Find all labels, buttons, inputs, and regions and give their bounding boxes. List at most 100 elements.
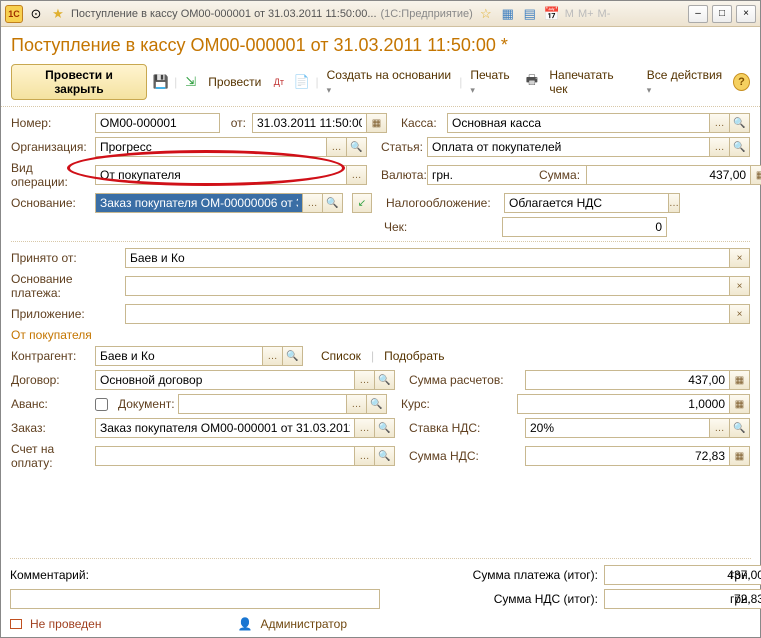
- search-icon[interactable]: 🔍: [730, 113, 750, 133]
- label-document: Документ:: [118, 397, 172, 411]
- fill-icon[interactable]: ↙: [352, 193, 372, 213]
- search-icon[interactable]: 🔍: [375, 446, 395, 466]
- printer-icon[interactable]: 🖶: [522, 72, 541, 92]
- search-icon[interactable]: 🔍: [283, 346, 303, 366]
- lookup-icon[interactable]: …: [355, 446, 375, 466]
- back-icon[interactable]: ⊙: [27, 5, 45, 23]
- search-icon[interactable]: 🔍: [323, 193, 343, 213]
- m-minus-label: M-: [598, 8, 611, 20]
- status-icon: [10, 619, 22, 629]
- all-actions-button[interactable]: Все действия: [643, 66, 729, 98]
- calculator-icon[interactable]: ▦: [730, 446, 750, 466]
- lookup-icon[interactable]: …: [669, 193, 680, 213]
- label-received: Принято от:: [11, 251, 119, 265]
- kassa-input[interactable]: [447, 113, 710, 133]
- label-currency: Валюта:: [381, 168, 421, 182]
- search-icon[interactable]: 🔍: [730, 137, 750, 157]
- attachment-input[interactable]: [125, 304, 730, 324]
- create-based-button[interactable]: Создать на основании: [323, 66, 456, 98]
- lookup-icon[interactable]: …: [327, 137, 347, 157]
- lookup-icon[interactable]: …: [263, 346, 283, 366]
- print-check-button[interactable]: Напечатать чек: [545, 66, 634, 98]
- number-input[interactable]: [95, 113, 220, 133]
- calendar-picker-icon[interactable]: ▦: [367, 113, 387, 133]
- lookup-icon[interactable]: …: [355, 370, 375, 390]
- label-pay-basis: Основание платежа:: [11, 272, 119, 300]
- currency-label: грн.: [730, 568, 751, 582]
- clear-icon[interactable]: ×: [730, 304, 750, 324]
- close-button[interactable]: ×: [736, 5, 756, 23]
- history-icon[interactable]: ▦: [499, 5, 517, 23]
- print-button[interactable]: Печать: [466, 66, 518, 98]
- lookup-icon[interactable]: …: [710, 418, 730, 438]
- lookup-icon[interactable]: …: [347, 165, 367, 185]
- maximize-button[interactable]: □: [712, 5, 732, 23]
- document-input[interactable]: [178, 394, 347, 414]
- label-vat-total: Сумма НДС (итог):: [494, 592, 598, 606]
- invoice-input[interactable]: [95, 446, 355, 466]
- post-button[interactable]: Провести: [204, 73, 265, 91]
- comment-input[interactable]: [10, 589, 380, 609]
- fav-icon[interactable]: ☆: [477, 5, 495, 23]
- order-input[interactable]: [95, 418, 355, 438]
- label-org: Организация:: [11, 140, 89, 154]
- calculator-icon[interactable]: ▦: [730, 394, 750, 414]
- optype-input[interactable]: [95, 165, 347, 185]
- app-suffix: (1С:Предприятие): [381, 8, 473, 20]
- basis-input[interactable]: [95, 193, 303, 213]
- check-input[interactable]: [502, 217, 667, 237]
- clear-icon[interactable]: ×: [730, 248, 750, 268]
- label-rate: Курс:: [401, 397, 511, 411]
- search-icon[interactable]: 🔍: [375, 370, 395, 390]
- label-kassa: Касса:: [401, 116, 441, 130]
- lookup-icon[interactable]: …: [347, 394, 367, 414]
- contract-input[interactable]: [95, 370, 355, 390]
- lookup-icon[interactable]: …: [303, 193, 323, 213]
- minimize-button[interactable]: –: [688, 5, 708, 23]
- advance-checkbox[interactable]: [95, 398, 108, 411]
- label-optype: Вид операции:: [11, 161, 89, 189]
- dt-kt-icon[interactable]: Дт: [269, 72, 288, 92]
- search-icon[interactable]: 🔍: [375, 418, 395, 438]
- clear-icon[interactable]: ×: [730, 276, 750, 296]
- doc-icon[interactable]: 📄: [292, 72, 311, 92]
- article-input[interactable]: [427, 137, 710, 157]
- titlebar: 1C ⊙ ★ Поступление в кассу ОМ00-000001 о…: [1, 1, 760, 27]
- settlement-input[interactable]: [525, 370, 730, 390]
- org-input[interactable]: [95, 137, 327, 157]
- contractor-input[interactable]: [95, 346, 263, 366]
- lookup-icon[interactable]: …: [710, 137, 730, 157]
- currency-label: грн.: [730, 592, 751, 606]
- sum-input[interactable]: [586, 165, 751, 185]
- rate-input[interactable]: [517, 394, 730, 414]
- date-input[interactable]: [252, 113, 367, 133]
- label-invoice: Счет на оплату:: [11, 442, 89, 470]
- label-vat-rate: Ставка НДС:: [409, 421, 519, 435]
- post-and-close-button[interactable]: Провести и закрыть: [11, 64, 147, 100]
- star-icon[interactable]: ★: [49, 5, 67, 23]
- calendar-icon[interactable]: 📅: [543, 5, 561, 23]
- calculator-icon[interactable]: ▦: [751, 165, 761, 185]
- help-icon[interactable]: ?: [733, 73, 750, 91]
- lookup-icon[interactable]: …: [710, 113, 730, 133]
- save-icon[interactable]: 💾: [151, 72, 170, 92]
- label-number: Номер:: [11, 116, 89, 130]
- list-link[interactable]: Список: [317, 347, 365, 365]
- section-from-buyer: От покупателя: [11, 328, 750, 342]
- search-icon[interactable]: 🔍: [730, 418, 750, 438]
- lookup-icon[interactable]: …: [355, 418, 375, 438]
- post-icon[interactable]: ⇲: [181, 72, 200, 92]
- calculator-icon[interactable]: ▦: [730, 370, 750, 390]
- tax-input[interactable]: [504, 193, 669, 213]
- label-payment-total: Сумма платежа (итог):: [473, 568, 598, 582]
- received-input[interactable]: [125, 248, 730, 268]
- search-icon[interactable]: 🔍: [367, 394, 387, 414]
- calc-icon[interactable]: ▤: [521, 5, 539, 23]
- vat-rate-input[interactable]: [525, 418, 710, 438]
- m-plus-label: M+: [578, 8, 594, 20]
- vat-sum-input[interactable]: [525, 446, 730, 466]
- pay-basis-input[interactable]: [125, 276, 730, 296]
- label-sum: Сумма:: [539, 168, 580, 182]
- search-icon[interactable]: 🔍: [347, 137, 367, 157]
- pick-link[interactable]: Подобрать: [380, 347, 448, 365]
